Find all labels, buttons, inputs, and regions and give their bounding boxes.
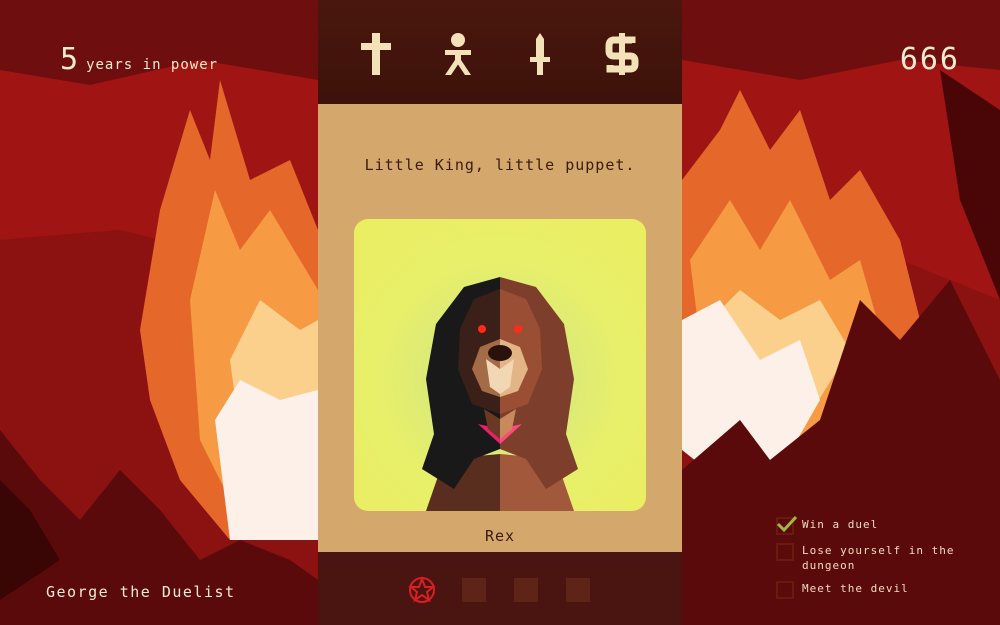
objective-checkbox (776, 515, 798, 535)
years-number: 5 (60, 42, 79, 77)
cross-icon (361, 33, 391, 75)
objective-item: Win a duel (776, 515, 986, 535)
king-name: George the Duelist (46, 583, 236, 601)
years-label: years in power (86, 57, 219, 73)
pentagram-icon (408, 576, 436, 603)
years-in-power: 5 years in power (60, 42, 218, 77)
people-stat (438, 30, 478, 78)
church-stat (356, 30, 396, 78)
objectives-list: Win a duel Lose yourself in the dungeon … (776, 515, 986, 607)
army-stat (520, 30, 560, 78)
slot-4[interactable] (566, 578, 590, 602)
slot-3[interactable] (514, 578, 538, 602)
objective-checkbox (776, 543, 794, 561)
objective-label: Meet the devil (802, 582, 909, 595)
bottom-bar (318, 552, 682, 625)
dog-illustration (422, 277, 578, 511)
objective-label: Win a duel (802, 518, 879, 531)
year-count: 666 (899, 42, 960, 77)
objective-checkbox (776, 581, 794, 599)
dollar-icon (605, 33, 639, 75)
game-panel: Little King, little puppet. Rex (318, 0, 682, 625)
objective-item: Meet the devil (776, 581, 986, 599)
stats-bar (318, 0, 682, 104)
card-question: Little King, little puppet. (364, 156, 636, 174)
objective-item: Lose yourself in the dungeon (776, 543, 986, 573)
decision-card[interactable]: Little King, little puppet. Rex (318, 104, 682, 552)
money-stat (602, 30, 642, 78)
character-name: Rex (484, 527, 516, 545)
slot-2[interactable] (462, 578, 486, 602)
dog-portrait[interactable] (354, 219, 646, 511)
objective-label: Lose yourself in the dungeon (802, 544, 955, 572)
sword-icon (530, 33, 550, 75)
person-icon (445, 33, 471, 75)
check-icon (776, 515, 798, 533)
slot-pentagram[interactable] (408, 576, 436, 603)
